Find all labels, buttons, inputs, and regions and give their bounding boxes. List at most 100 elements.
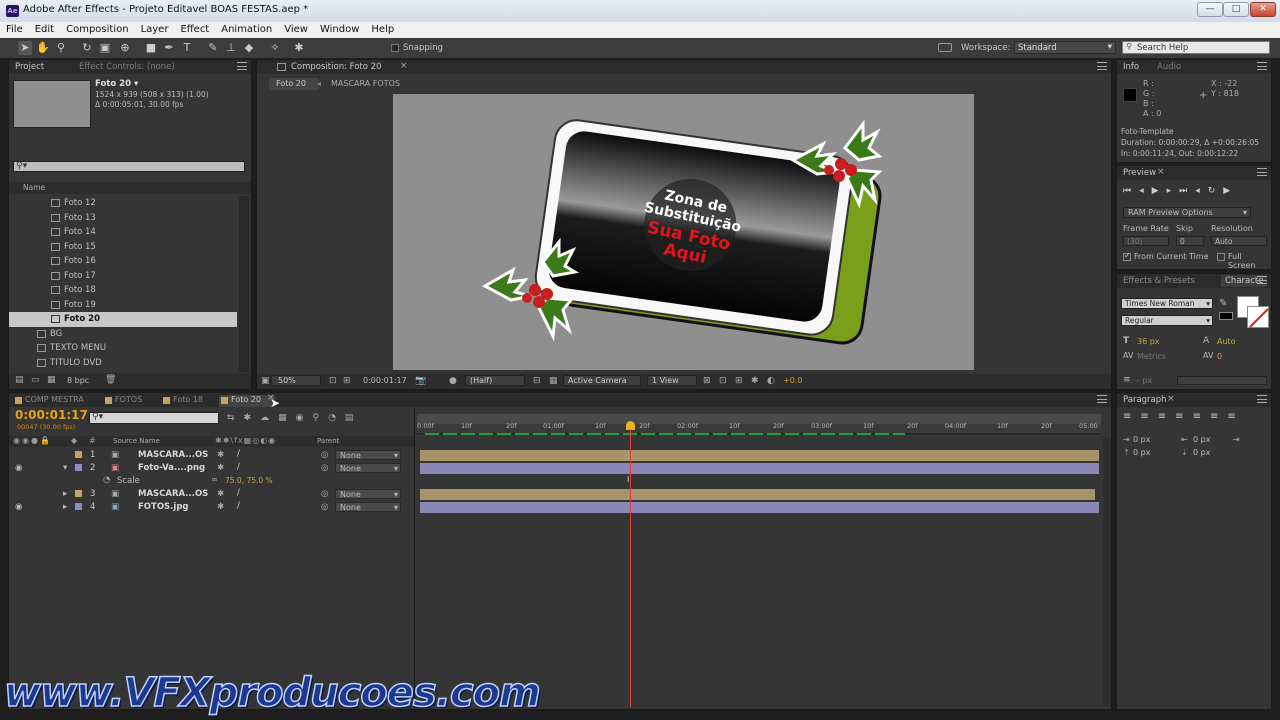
brush-tool-icon[interactable]: ✎	[206, 41, 220, 55]
close-tab-icon[interactable]: ×	[1167, 394, 1175, 404]
list-item[interactable]: Foto 19	[9, 298, 237, 313]
panel-menu-icon[interactable]	[1257, 276, 1267, 284]
layer-bar[interactable]	[420, 463, 1099, 474]
close-button[interactable]: ✕	[1250, 2, 1276, 17]
resolution-select[interactable]: (Half)	[465, 375, 525, 386]
frame-blending-icon[interactable]: ▦	[278, 413, 296, 423]
project-scrollbar[interactable]	[239, 196, 249, 372]
exposure-value[interactable]: +0.0	[783, 376, 802, 385]
interpret-footage-icon[interactable]: ▤	[15, 375, 24, 385]
selection-tool-icon[interactable]: ➤	[18, 41, 32, 55]
menu-file[interactable]: File	[0, 22, 29, 35]
black-swatch[interactable]	[1219, 312, 1233, 320]
font-size-value[interactable]: 36 px	[1137, 337, 1160, 346]
trash-icon[interactable]: 🗑	[105, 375, 116, 385]
justify-right-icon[interactable]: ≡	[1210, 411, 1227, 422]
puppet-tool-icon[interactable]: ✱	[292, 41, 306, 55]
shy-switch-icon[interactable]: ✱	[217, 450, 224, 460]
list-item[interactable]: Foto 15	[9, 240, 237, 255]
font-style-select[interactable]: Regular ▾	[1121, 315, 1213, 326]
view-layout-select[interactable]: 1 View	[647, 375, 697, 386]
list-item[interactable]: TEXTO MENU	[9, 341, 237, 356]
panel-menu-icon[interactable]	[1097, 395, 1107, 403]
layer-bar[interactable]	[420, 502, 1099, 513]
twirl-open-icon[interactable]: ▾	[63, 463, 67, 473]
kerning-value[interactable]: Metrics	[1137, 352, 1166, 361]
fast-previews-icon[interactable]: ⊡	[719, 376, 727, 386]
grid-icon[interactable]: ⊞	[343, 376, 351, 386]
magnification-select[interactable]: 50%	[271, 375, 321, 386]
scale-value[interactable]: 75.0, 75.0 %	[225, 476, 273, 485]
tracking-value[interactable]: 0	[1217, 352, 1222, 361]
layer-name[interactable]: Foto-Va....png	[138, 463, 205, 473]
justify-center-icon[interactable]: ≡	[1193, 411, 1210, 422]
list-item[interactable]: TITULO DVD	[9, 356, 237, 371]
eye-icon[interactable]: ◉	[15, 463, 22, 473]
layer-name[interactable]: MASCARA...OS	[138, 489, 208, 499]
menu-composition[interactable]: Composition	[60, 22, 134, 35]
menu-window[interactable]: Window	[314, 22, 365, 35]
bit-depth-button[interactable]: 8 bpc	[67, 376, 89, 385]
twirl-closed-icon[interactable]: ▸	[63, 502, 67, 512]
composition-viewer[interactable]: Zona de Substituição Sua Foto Aqui	[393, 94, 974, 370]
tab-audio[interactable]: Audio	[1157, 62, 1181, 72]
panel-menu-icon[interactable]	[1097, 62, 1107, 70]
last-frame-icon[interactable]: ⏭	[1179, 186, 1195, 196]
tab-effects-presets[interactable]: Effects & Presets	[1123, 276, 1195, 286]
list-item[interactable]: Foto 13	[9, 211, 237, 226]
loop-icon[interactable]: ↻	[1208, 186, 1224, 196]
pickwhip-icon[interactable]: ◎	[321, 502, 328, 512]
layer-bar[interactable]	[420, 450, 1099, 461]
search-help-input[interactable]: ⚲ Search Help	[1122, 41, 1270, 54]
project-search-input[interactable]: ⚲▾	[13, 161, 245, 172]
keyframe-icon[interactable]: I	[627, 475, 629, 484]
list-item[interactable]: BG	[9, 327, 237, 342]
eyedropper-icon[interactable]: ✎	[1219, 298, 1227, 309]
maximize-button[interactable]: □	[1223, 2, 1249, 17]
menu-layer[interactable]: Layer	[135, 22, 175, 35]
shy-switch-icon[interactable]: ✱	[217, 463, 224, 473]
new-folder-icon[interactable]: ▭	[31, 375, 40, 385]
type-tool-icon[interactable]: T	[180, 41, 194, 55]
first-frame-icon[interactable]: ⏮	[1123, 186, 1139, 196]
parent-select[interactable]: None ▾	[335, 450, 401, 460]
pixel-aspect-icon[interactable]: ⊠	[703, 376, 711, 386]
rotate-tool-icon[interactable]: ↻	[80, 41, 94, 55]
quality-switch-icon[interactable]: /	[237, 488, 240, 498]
list-item[interactable]: Foto 18	[9, 283, 237, 298]
layer-row[interactable]: ▸ 3 ▣ MASCARA...OS ✱ / ◎ None ▾	[11, 488, 413, 501]
auto-keyframe-icon[interactable]: ◔	[328, 413, 345, 423]
full-screen-checkbox[interactable]	[1217, 253, 1225, 261]
tab-preview[interactable]: Preview	[1123, 168, 1156, 178]
skip-select[interactable]: 0	[1176, 236, 1204, 246]
shy-switch-icon[interactable]: ✱	[217, 502, 224, 512]
indent-left-value[interactable]: 0 px	[1133, 435, 1150, 444]
list-item[interactable]: Foto 12	[9, 196, 237, 211]
parent-select[interactable]: None ▾	[335, 489, 401, 499]
space-before-value[interactable]: 0 px	[1133, 448, 1150, 457]
tab-effect-controls[interactable]: Effect Controls: (none)	[79, 62, 175, 72]
quality-switch-icon[interactable]: /	[237, 449, 240, 459]
eraser-tool-icon[interactable]: ◆	[242, 41, 256, 55]
shy-switch-icon[interactable]: ✱	[217, 489, 224, 499]
menu-effect[interactable]: Effect	[174, 22, 215, 35]
minimize-button[interactable]: —	[1197, 2, 1223, 17]
property-row-scale[interactable]: ◔ Scale ∞ 75.0, 75.0 %	[11, 475, 413, 488]
rectangle-tool-icon[interactable]: ■	[144, 41, 158, 55]
breadcrumb-mascara[interactable]: MASCARA FOTOS	[331, 79, 400, 88]
camera-tool-icon[interactable]: ▣	[98, 41, 112, 55]
stroke-width-value[interactable]: - px	[1137, 376, 1152, 385]
mute-icon[interactable]: ◂	[1195, 186, 1208, 196]
constrain-proportions-icon[interactable]: ∞	[211, 475, 218, 485]
tab-foto18[interactable]: Foto 18	[161, 395, 213, 407]
playhead-line[interactable]	[630, 429, 631, 707]
menu-edit[interactable]: Edit	[29, 22, 60, 35]
menu-animation[interactable]: Animation	[215, 22, 278, 35]
comp-mini-flowchart-icon[interactable]: ⇆	[227, 413, 244, 423]
lock-icon[interactable]	[277, 63, 286, 71]
list-item[interactable]: Foto 14	[9, 225, 237, 240]
indent-right-value[interactable]: 0 px	[1193, 435, 1210, 444]
shy-icon[interactable]: ☁	[260, 413, 278, 423]
stroke-style-select[interactable]	[1177, 376, 1267, 385]
panel-menu-icon[interactable]	[1257, 395, 1267, 403]
